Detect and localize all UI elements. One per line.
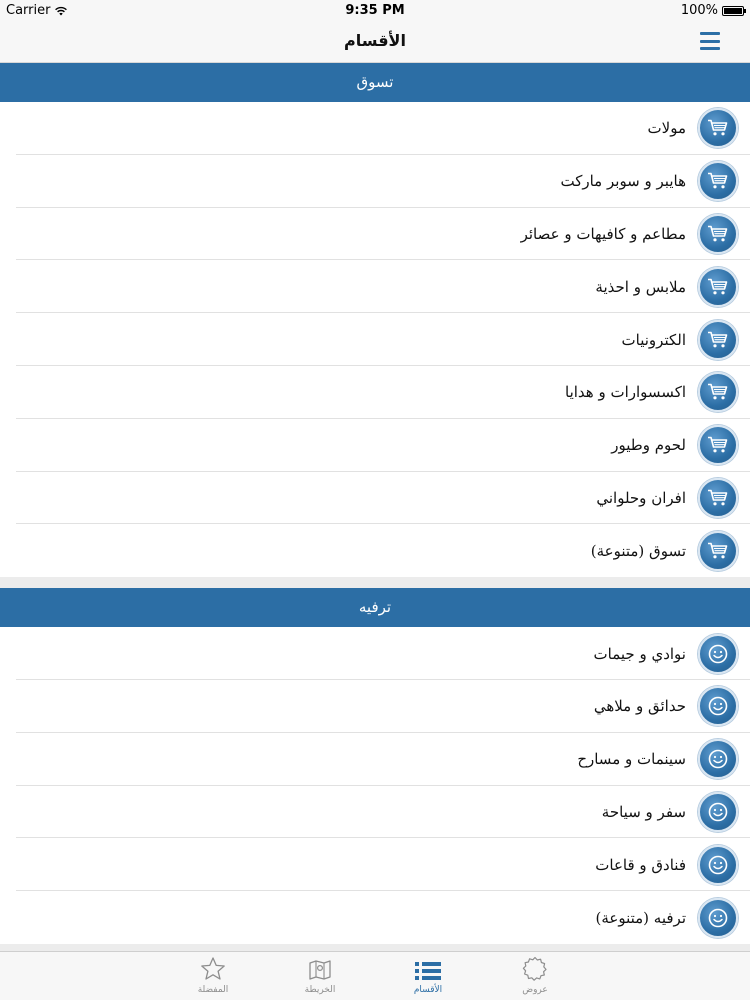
section-header: ترفيه (0, 588, 750, 628)
cart-icon (698, 161, 738, 202)
tab-map[interactable]: الخريطة (285, 952, 355, 1000)
tab-label: المفضلة (197, 985, 229, 995)
list-item[interactable]: فنادق و قاعات (0, 838, 750, 892)
section-header: تسوق (0, 63, 750, 102)
battery-icon (722, 5, 746, 16)
list-item-label: ترفيه (متنوعة) (595, 908, 687, 927)
cart-icon (698, 319, 738, 360)
smiley-icon (698, 633, 738, 674)
cart-icon (698, 108, 738, 149)
list-icon (393, 952, 463, 982)
list-item-label: افران وحلواني (596, 488, 686, 507)
page-title: الأقسام (344, 31, 406, 50)
list-item[interactable]: افران وحلواني (0, 472, 750, 525)
list-item[interactable]: تسوق (متنوعة) (0, 524, 750, 577)
cart-icon (698, 530, 738, 571)
list-item[interactable]: الكترونيات (0, 313, 750, 366)
list-item-label: مولات (647, 119, 686, 138)
tab-bar: المفضلة الخريطة الأقسام عروض (0, 951, 750, 1000)
list-item-label: سينمات و مسارح (577, 750, 686, 769)
list-item[interactable]: اكسسوارات و هدايا (0, 366, 750, 419)
list-item[interactable]: لحوم وطيور (0, 419, 750, 472)
list-item-label: سفر و سياحة (601, 802, 686, 821)
tab-star[interactable]: المفضلة (178, 952, 248, 1000)
section-list: نوادي و جيمات حدائق و ملاهي سينمات و مسارح… (0, 627, 750, 944)
list-item-label: حدائق و ملاهي (593, 697, 686, 716)
map-icon (285, 952, 355, 982)
cart-icon (698, 213, 738, 254)
list-item-label: ملابس و احذية (595, 277, 686, 296)
list-item[interactable]: هايبر و سوبر ماركت (0, 155, 750, 208)
tab-list[interactable]: الأقسام (393, 952, 463, 1000)
smiley-icon (698, 791, 738, 832)
smiley-icon (698, 686, 738, 727)
list-item-label: هايبر و سوبر ماركت (560, 172, 687, 191)
section-list: مولات هايبر و سوبر ماركت مطاعم و كافيهات و… (0, 102, 750, 578)
categories-list: تسوق مولات هايبر و سوبر ماركت مطاعم و كافيه… (0, 63, 750, 944)
tab-badge[interactable]: عروض (500, 952, 570, 1000)
list-item[interactable]: حدائق و ملاهي (0, 680, 750, 733)
list-item[interactable]: سينمات و مسارح (0, 733, 750, 786)
list-item[interactable]: مطاعم و كافيهات و عصائر (0, 208, 750, 261)
list-item-label: مطاعم و كافيهات و عصائر (520, 224, 686, 243)
navigation-bar: الأقسام (0, 20, 750, 63)
cart-icon (698, 266, 738, 307)
list-item[interactable]: نوادي و جيمات (0, 627, 750, 680)
list-item-label: نوادي و جيمات (593, 644, 686, 663)
smiley-icon (698, 739, 738, 780)
cart-icon (698, 372, 738, 413)
star-icon (178, 952, 248, 982)
list-item-label: لحوم وطيور (611, 436, 686, 455)
badge-icon (500, 952, 570, 982)
cart-icon (698, 477, 738, 518)
tab-label: الخريطة (304, 985, 336, 995)
tab-label: عروض (522, 985, 548, 995)
status-time: 9:35 PM (345, 3, 405, 18)
list-item[interactable]: ملابس و احذية (0, 260, 750, 314)
list-item[interactable]: سفر و سياحة (0, 786, 750, 839)
smiley-icon (698, 897, 738, 938)
list-item[interactable]: مولات (0, 102, 750, 155)
list-item-label: اكسسوارات و هدايا (565, 383, 686, 402)
hamburger-icon[interactable] (700, 32, 720, 50)
list-item-label: تسوق (متنوعة) (590, 541, 686, 560)
tab-label: الأقسام (413, 985, 443, 995)
cart-icon (698, 425, 738, 466)
list-item-label: الكترونيات (621, 330, 686, 349)
list-item[interactable]: ترفيه (متنوعة) (0, 891, 750, 944)
smiley-icon (698, 844, 738, 885)
status-bar: Carrier 9:35 PM 100% (0, 0, 750, 20)
battery-percent: 100% (680, 3, 718, 18)
list-item-label: فنادق و قاعات (595, 855, 686, 874)
